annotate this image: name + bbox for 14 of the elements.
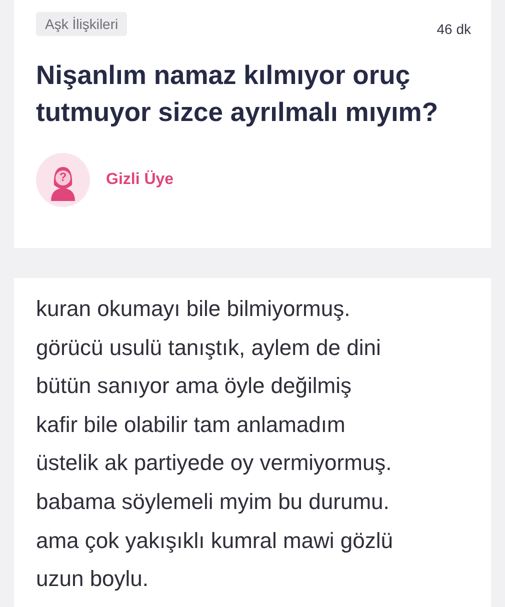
body-text-line: görücü usulü tanıştık, aylem de dini: [36, 334, 382, 362]
body-text-line: uzun boylu.: [36, 565, 150, 594]
question-title: Nişanlım namaz kılmıyor oruç tutmuyor sizce ayrılmalı mıyım?: [36, 59, 440, 129]
avatar-mark: ?: [58, 170, 68, 184]
body-text-line: üstelik ak partiyede oy vermiyormuş.: [36, 449, 393, 478]
avatar[interactable]: ?: [36, 153, 90, 207]
body-text-line: kafir bile olabilir tam anlamadım: [36, 410, 346, 439]
body-text-line: kuran okumayı bile bilmiyormuş.: [36, 295, 352, 323]
body-text-line: babama söylemeli myim bu durumu.: [36, 488, 390, 516]
body-text-line: bütün sanıyor ama öyle değilmiş: [36, 372, 352, 400]
post-time: 46 dk: [436, 21, 471, 37]
body-text-line: ama çok yakışıklı kumral mawi gözlü: [36, 526, 394, 555]
category-tag[interactable]: Aşk İlişkileri: [36, 12, 128, 36]
author-name[interactable]: Gizli Üye: [106, 171, 174, 189]
